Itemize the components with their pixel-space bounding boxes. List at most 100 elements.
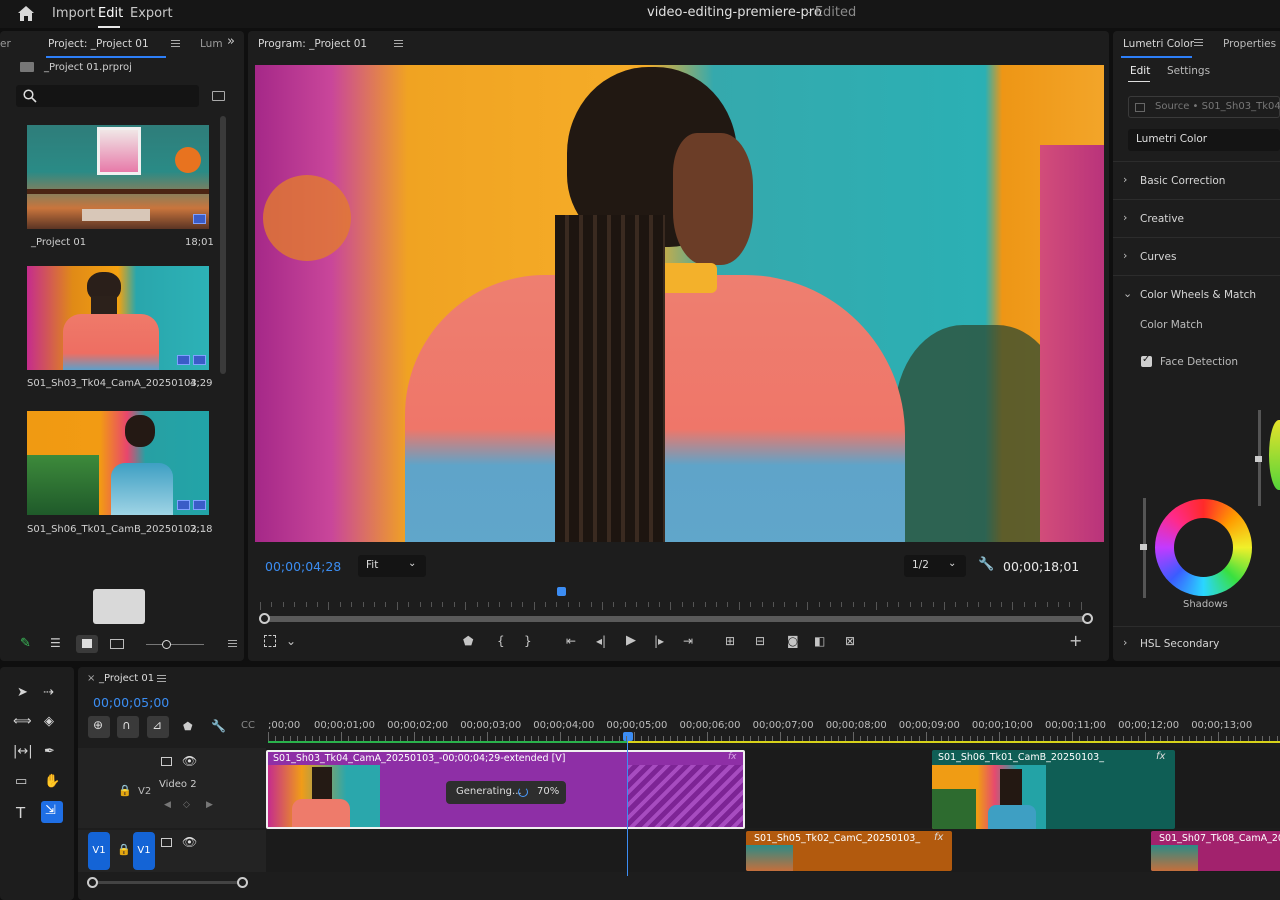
zoom-slider-handle[interactable] — [162, 640, 171, 649]
clip-camb[interactable]: S01_Sh06_Tk01_CamB_20250103_ fx — [932, 750, 1175, 829]
clip-tk08[interactable]: S01_Sh07_Tk08_CamA_2025 — [1151, 831, 1280, 871]
effect-dropdown[interactable]: Lumetri Color — [1128, 129, 1280, 151]
captions-icon[interactable]: CC — [241, 720, 255, 731]
step-back-icon[interactable]: ◂| — [596, 634, 606, 648]
video-preview[interactable] — [255, 65, 1104, 542]
generative-extend-tool-button[interactable]: ⇲ — [41, 801, 63, 823]
timeline-zoom-scrollbar[interactable] — [88, 881, 246, 884]
menu-edit[interactable]: Edit — [98, 6, 123, 21]
hand-tool-icon[interactable]: ✋ — [44, 774, 60, 789]
scroll-bar[interactable] — [265, 616, 1089, 622]
add-button-icon[interactable]: + — [1069, 631, 1082, 650]
slider-handle[interactable] — [1140, 544, 1147, 550]
track-target-v1[interactable]: V1 — [133, 832, 155, 870]
next-keyframe-icon[interactable]: ▶ — [206, 800, 213, 810]
home-icon[interactable] — [17, 5, 35, 22]
mark-out-icon[interactable]: } — [524, 634, 532, 648]
nest-toggle-button[interactable]: ⊕ — [88, 716, 110, 738]
tab-lumetri-color[interactable]: Lumetri Color — [1123, 38, 1194, 50]
sync-lock-icon[interactable] — [161, 757, 172, 766]
project-panel-menu-icon[interactable] — [171, 40, 180, 47]
section-curves[interactable]: Curves — [1140, 251, 1176, 263]
pen-tool-icon[interactable]: ✒ — [44, 744, 55, 759]
fx-badge[interactable]: fx — [934, 832, 943, 843]
subtab-settings[interactable]: Settings — [1167, 65, 1210, 77]
lock-icon[interactable]: 🔒 — [117, 843, 131, 856]
section-color-wheels[interactable]: Color Wheels & Match — [1140, 289, 1256, 301]
playhead-marker[interactable] — [623, 732, 633, 741]
lift-icon[interactable]: ⊞ — [725, 634, 735, 648]
freeform-view-icon[interactable] — [110, 639, 124, 649]
proxy-toggle-icon[interactable]: ⊠ — [845, 634, 855, 648]
resolution-dropdown[interactable]: 1/2 ⌄ — [904, 555, 966, 577]
wrench-icon[interactable]: 🔧 — [211, 719, 226, 733]
fx-badge[interactable]: fx — [728, 752, 737, 762]
eye-icon[interactable]: 👁 — [182, 835, 197, 849]
prev-keyframe-icon[interactable]: ◀ — [164, 800, 171, 810]
sync-lock-icon[interactable] — [161, 838, 172, 847]
chevron-down-icon[interactable]: ⌄ — [286, 634, 296, 648]
face-detection-checkbox[interactable]: ✓ — [1141, 354, 1152, 367]
timeline-timecode[interactable]: 00;00;05;00 — [93, 695, 169, 710]
add-marker-icon[interactable]: ⬟ — [183, 720, 193, 733]
shadows-wheel[interactable] — [1155, 499, 1252, 596]
comparison-view-icon[interactable]: ◧ — [814, 634, 825, 648]
razor-tool-icon[interactable]: ◈ — [44, 714, 54, 729]
zoom-slider[interactable] — [146, 644, 204, 645]
scroll-handle-end[interactable] — [1082, 613, 1093, 624]
source-patch-v1[interactable]: V1 — [88, 832, 110, 870]
extract-icon[interactable]: ⊟ — [755, 634, 765, 648]
go-to-out-icon[interactable]: ⇥ — [683, 634, 693, 648]
menu-export[interactable]: Export — [130, 6, 173, 21]
scroll-handle-start[interactable] — [259, 613, 270, 624]
tab-sequence[interactable]: _Project 01 — [99, 673, 154, 684]
step-forward-icon[interactable]: |▸ — [654, 634, 664, 648]
project-settings-icon[interactable] — [228, 640, 237, 647]
clip-camc[interactable]: S01_Sh05_Tk02_CamC_20250103_ fx — [746, 831, 952, 871]
tab-lumetri-scopes[interactable]: Lum — [200, 38, 223, 50]
export-frame-icon[interactable]: ◙ — [787, 634, 799, 648]
rectangle-tool-icon[interactable]: ▭ — [15, 774, 27, 789]
section-basic-correction[interactable]: Basic Correction — [1140, 175, 1225, 187]
snap-button[interactable]: ∩ — [117, 716, 139, 738]
tab-project[interactable]: Project: _Project 01 — [48, 38, 149, 50]
search-input[interactable] — [16, 85, 199, 107]
mark-in-icon[interactable]: { — [497, 634, 505, 648]
playhead-marker[interactable] — [557, 587, 566, 596]
subtab-edit[interactable]: Edit — [1130, 65, 1150, 77]
wrench-icon[interactable]: 🔧 — [978, 557, 994, 572]
tab-program[interactable]: Program: _Project 01 — [258, 38, 367, 50]
project-scrollbar[interactable] — [220, 116, 226, 374]
section-creative[interactable]: Creative — [1140, 213, 1184, 225]
menu-import[interactable]: Import — [52, 6, 95, 21]
timeline-menu-icon[interactable] — [157, 675, 166, 682]
color-match-label[interactable]: Color Match — [1140, 319, 1203, 331]
program-menu-icon[interactable] — [394, 40, 403, 47]
slip-tool-icon[interactable]: |↔| — [13, 744, 33, 759]
lumetri-menu-icon[interactable] — [1194, 39, 1203, 46]
linked-selection-button[interactable]: ⊿ — [147, 716, 169, 738]
bin-folder-icon[interactable] — [93, 589, 145, 624]
pencil-icon[interactable]: ✎ — [20, 636, 31, 651]
list-view-icon[interactable]: ☰ — [50, 636, 61, 650]
go-to-in-icon[interactable]: ⇤ — [566, 634, 576, 648]
icon-view-button[interactable] — [76, 635, 98, 653]
slider-handle[interactable] — [1255, 456, 1262, 462]
zoom-dropdown[interactable]: Fit ⌄ — [358, 555, 426, 577]
scroll-handle-start[interactable] — [87, 877, 98, 888]
selection-tool-icon[interactable]: ➤ — [17, 685, 28, 700]
safe-margins-icon[interactable] — [264, 635, 276, 647]
close-icon[interactable]: × — [87, 673, 95, 684]
clip-thumbnail[interactable] — [27, 125, 209, 229]
lock-icon[interactable]: 🔒 — [118, 784, 132, 797]
source-selector[interactable]: Source • S01_Sh03_Tk04_... — [1128, 96, 1280, 118]
current-timecode[interactable]: 00;00;04;28 — [265, 559, 341, 574]
eye-icon[interactable]: 👁 — [182, 754, 197, 768]
new-search-bin-icon[interactable] — [212, 91, 225, 101]
section-hsl-secondary[interactable]: HSL Secondary — [1140, 638, 1219, 650]
more-tabs-icon[interactable]: » — [227, 34, 235, 49]
fx-badge[interactable]: fx — [1156, 751, 1165, 762]
clip-extended[interactable]: S01_Sh03_Tk04_CamA_20250103_-00;00;04;29… — [266, 750, 745, 829]
ripple-edit-tool-icon[interactable]: ⟺ — [13, 714, 32, 729]
add-marker-icon[interactable]: ⬟ — [463, 634, 473, 648]
